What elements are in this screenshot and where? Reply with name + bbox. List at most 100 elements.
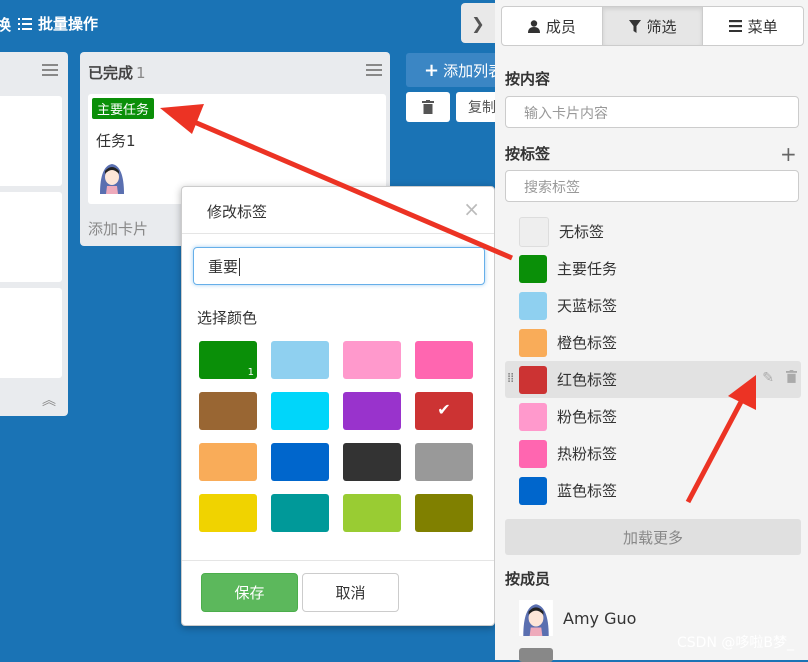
label-search-input[interactable]: 搜索标签 <box>505 170 799 202</box>
trash-icon[interactable] <box>786 370 797 383</box>
label-name: 热粉标签 <box>557 445 618 463</box>
pencil-icon[interactable]: ✎ <box>762 370 774 386</box>
save-button[interactable]: 保存 <box>201 573 298 612</box>
list-column: ︽ <box>0 52 68 416</box>
dialog-title: 修改标签 <box>207 203 268 221</box>
menu-icon[interactable] <box>42 64 58 76</box>
color-swatch[interactable] <box>415 341 473 379</box>
color-swatch[interactable] <box>271 443 329 481</box>
filter-icon <box>628 19 641 33</box>
add-card-button[interactable]: 添加卡片 <box>88 218 148 239</box>
color-swatch[interactable] <box>271 341 329 379</box>
cancel-button[interactable]: 取消 <box>302 573 399 612</box>
color-swatch[interactable] <box>271 392 329 430</box>
color-swatch[interactable]: 1 <box>199 341 257 379</box>
plus-icon: + <box>424 59 440 81</box>
color-swatch[interactable]: ✔ <box>415 392 473 430</box>
bars-icon <box>728 20 742 32</box>
card[interactable] <box>0 96 62 186</box>
tab-members-label: 成员 <box>545 17 576 36</box>
double-chevron-up-icon[interactable]: ︽ <box>42 390 56 410</box>
color-swatch[interactable] <box>415 494 473 532</box>
color-swatch[interactable] <box>415 443 473 481</box>
tab-filter[interactable]: 筛选 <box>602 7 704 45</box>
by-content-heading: 按内容 <box>505 70 551 88</box>
menu-icon[interactable] <box>366 64 382 76</box>
list-icon <box>18 17 32 30</box>
label-name: 天蓝标签 <box>557 297 618 315</box>
tab-filter-label: 筛选 <box>646 17 677 36</box>
card-content-input[interactable]: 输入卡片内容 <box>505 96 799 128</box>
load-more-button[interactable]: 加载更多 <box>505 519 801 555</box>
label-search-placeholder: 搜索标签 <box>524 180 580 196</box>
color-swatch[interactable] <box>343 341 401 379</box>
chevron-right-icon: ❯ <box>471 13 485 33</box>
dialog-footer: 保存 取消 <box>182 560 494 625</box>
label-color-swatch <box>519 365 547 394</box>
column-count: 1 <box>136 64 146 82</box>
label-color-swatch <box>519 439 547 468</box>
add-list-button[interactable]: + 添加列表 <box>406 53 506 87</box>
user-icon <box>527 19 540 33</box>
collapse-panel-button[interactable]: ❯ <box>461 3 495 43</box>
color-swatch[interactable] <box>199 494 257 532</box>
color-swatch[interactable] <box>343 392 401 430</box>
drag-handle-icon[interactable]: ⁞⁞ <box>507 371 514 386</box>
text-cursor <box>239 258 241 276</box>
board-toolbar: 换 批量操作 <box>0 0 500 50</box>
tab-members[interactable]: 成员 <box>502 7 603 45</box>
label-name: 橙色标签 <box>557 334 618 352</box>
label-name-input[interactable]: 重要 <box>193 247 485 285</box>
color-section-label: 选择颜色 <box>197 309 258 327</box>
color-swatch[interactable] <box>343 494 401 532</box>
avatar[interactable] <box>96 160 128 194</box>
color-swatch[interactable] <box>199 443 257 481</box>
label-item[interactable]: ⁞⁞ 红色标签 ✎ <box>505 361 801 398</box>
label-name: 蓝色标签 <box>557 482 618 500</box>
by-member-heading: 按成员 <box>505 570 551 588</box>
batch-operation-label: 批量操作 <box>38 15 99 33</box>
label-color-swatch <box>519 254 547 283</box>
label-color-swatch <box>519 216 549 247</box>
label-item[interactable]: 天蓝标签 <box>505 287 801 324</box>
color-swatch[interactable] <box>271 494 329 532</box>
card[interactable] <box>0 288 62 378</box>
label-name-value: 重要 <box>208 258 239 276</box>
label-actions: ✎ <box>762 370 797 386</box>
close-icon[interactable]: × <box>463 197 480 221</box>
label-item[interactable]: 橙色标签 <box>505 324 801 361</box>
card-title: 任务1 <box>96 132 136 150</box>
trash-icon <box>422 100 434 114</box>
label-item[interactable]: 无标签 <box>505 213 801 250</box>
color-swatch[interactable] <box>343 443 401 481</box>
card[interactable] <box>0 192 62 282</box>
label-item[interactable]: 热粉标签 <box>505 435 801 472</box>
label-list: 无标签主要任务天蓝标签橙色标签 ⁞⁞ 红色标签 ✎ 粉色标签热粉标签蓝色标签 <box>505 213 801 509</box>
label-color-swatch <box>519 402 547 431</box>
column-title-text: 已完成 <box>88 64 134 82</box>
label-item[interactable]: 蓝色标签 <box>505 472 801 509</box>
label-name: 粉色标签 <box>557 408 618 426</box>
batch-operation-button[interactable]: 批量操作 <box>18 13 98 34</box>
label-item[interactable]: 粉色标签 <box>505 398 801 435</box>
card-content-placeholder: 输入卡片内容 <box>524 106 608 122</box>
member-item[interactable]: Amy Guo <box>519 600 636 636</box>
card-label-tag[interactable]: 主要任务 <box>92 98 155 119</box>
member-name: Amy Guo <box>563 608 637 628</box>
column-title: 已完成 1 <box>88 62 146 83</box>
swatch-count: 1 <box>247 367 254 378</box>
edit-label-dialog: 修改标签 × 重要 选择颜色 1 ✔ 保存 取消 <box>181 186 495 626</box>
delete-button[interactable] <box>406 92 450 122</box>
label-name: 主要任务 <box>557 260 618 278</box>
color-swatch[interactable] <box>199 392 257 430</box>
label-name: 无标签 <box>559 223 605 241</box>
dialog-header: 修改标签 × <box>182 187 494 234</box>
add-label-icon[interactable]: + <box>780 142 797 166</box>
label-color-swatch <box>519 291 547 320</box>
tab-menu[interactable]: 菜单 <box>703 7 803 45</box>
tab-menu-label: 菜单 <box>747 17 778 36</box>
filter-panel: 成员 筛选 菜单 按内容 输入卡片内容 按标签 + 搜索标签 无标签 主要任务 天蓝… <box>495 0 808 662</box>
label-color-swatch <box>519 476 547 505</box>
label-item[interactable]: 主要任务 <box>505 250 801 287</box>
checkmark-icon: ✔ <box>437 400 451 419</box>
